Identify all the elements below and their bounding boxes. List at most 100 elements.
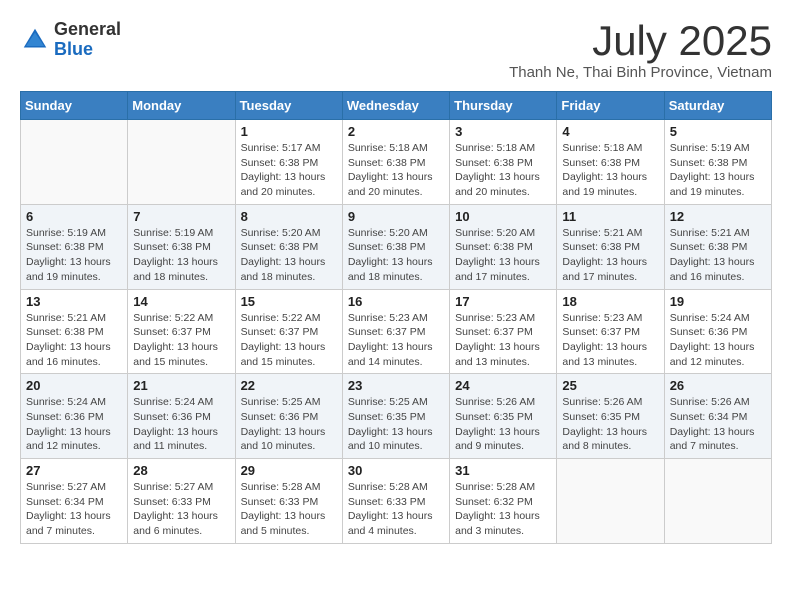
page-header: General Blue July 2025 Thanh Ne, Thai Bi… [20,20,772,81]
day-number: 14 [133,294,229,309]
day-info: Sunrise: 5:23 AM Sunset: 6:37 PM Dayligh… [455,311,551,370]
day-info: Sunrise: 5:28 AM Sunset: 6:32 PM Dayligh… [455,480,551,539]
calendar-cell: 14 Sunrise: 5:22 AM Sunset: 6:37 PM Dayli… [128,289,235,374]
calendar-cell: 15 Sunrise: 5:22 AM Sunset: 6:37 PM Dayli… [235,289,342,374]
day-info: Sunrise: 5:24 AM Sunset: 6:36 PM Dayligh… [26,395,122,454]
day-number: 26 [670,378,766,393]
calendar-cell [128,120,235,205]
day-info: Sunrise: 5:18 AM Sunset: 6:38 PM Dayligh… [348,141,444,200]
day-number: 31 [455,463,551,478]
day-number: 2 [348,124,444,139]
day-info: Sunrise: 5:26 AM Sunset: 6:35 PM Dayligh… [455,395,551,454]
calendar-cell: 21 Sunrise: 5:24 AM Sunset: 6:36 PM Dayli… [128,374,235,459]
calendar-cell: 13Sunrise: 5:21 AM Sunset: 6:38 PM Dayli… [21,289,128,374]
day-info: Sunrise: 5:18 AM Sunset: 6:38 PM Dayligh… [455,141,551,200]
weekday-monday: Monday [128,92,235,120]
calendar-cell: 19 Sunrise: 5:24 AM Sunset: 6:36 PM Dayli… [664,289,771,374]
day-info: Sunrise: 5:22 AM Sunset: 6:37 PM Dayligh… [133,311,229,370]
calendar-cell [21,120,128,205]
weekday-wednesday: Wednesday [342,92,449,120]
day-number: 18 [562,294,658,309]
calendar-cell: 26Sunrise: 5:26 AM Sunset: 6:34 PM Dayli… [664,374,771,459]
day-info: Sunrise: 5:28 AM Sunset: 6:33 PM Dayligh… [348,480,444,539]
day-number: 25 [562,378,658,393]
day-number: 13 [26,294,122,309]
calendar-cell: 18 Sunrise: 5:23 AM Sunset: 6:37 PM Dayli… [557,289,664,374]
day-info: Sunrise: 5:17 AM Sunset: 6:38 PM Dayligh… [241,141,337,200]
month-title: July 2025 [509,20,772,62]
calendar-cell: 27 Sunrise: 5:27 AM Sunset: 6:34 PM Dayli… [21,459,128,544]
weekday-sunday: Sunday [21,92,128,120]
day-number: 21 [133,378,229,393]
calendar-cell: 4 Sunrise: 5:18 AM Sunset: 6:38 PM Daylig… [557,120,664,205]
week-row-2: 6Sunrise: 5:19 AM Sunset: 6:38 PM Daylig… [21,204,772,289]
calendar-cell [664,459,771,544]
calendar-cell: 1 Sunrise: 5:17 AM Sunset: 6:38 PM Daylig… [235,120,342,205]
calendar-table: SundayMondayTuesdayWednesdayThursdayFrid… [20,91,772,544]
day-info: Sunrise: 5:23 AM Sunset: 6:37 PM Dayligh… [348,311,444,370]
day-info: Sunrise: 5:27 AM Sunset: 6:34 PM Dayligh… [26,480,122,539]
calendar-cell: 6Sunrise: 5:19 AM Sunset: 6:38 PM Daylig… [21,204,128,289]
day-number: 1 [241,124,337,139]
title-area: July 2025 Thanh Ne, Thai Binh Province, … [509,20,772,81]
day-number: 15 [241,294,337,309]
day-number: 11 [562,209,658,224]
calendar-cell: 9Sunrise: 5:20 AM Sunset: 6:38 PM Daylig… [342,204,449,289]
day-info: Sunrise: 5:24 AM Sunset: 6:36 PM Dayligh… [133,395,229,454]
day-info: Sunrise: 5:23 AM Sunset: 6:37 PM Dayligh… [562,311,658,370]
calendar-cell: 3Sunrise: 5:18 AM Sunset: 6:38 PM Daylig… [450,120,557,205]
weekday-friday: Friday [557,92,664,120]
location-title: Thanh Ne, Thai Binh Province, Vietnam [509,64,772,81]
day-number: 30 [348,463,444,478]
day-number: 27 [26,463,122,478]
calendar-cell: 28 Sunrise: 5:27 AM Sunset: 6:33 PM Dayli… [128,459,235,544]
week-row-5: 27 Sunrise: 5:27 AM Sunset: 6:34 PM Dayli… [21,459,772,544]
day-number: 22 [241,378,337,393]
weekday-saturday: Saturday [664,92,771,120]
calendar-cell: 22 Sunrise: 5:25 AM Sunset: 6:36 PM Dayli… [235,374,342,459]
day-info: Sunrise: 5:19 AM Sunset: 6:38 PM Dayligh… [133,226,229,285]
calendar-cell: 10Sunrise: 5:20 AM Sunset: 6:38 PM Dayli… [450,204,557,289]
day-info: Sunrise: 5:22 AM Sunset: 6:37 PM Dayligh… [241,311,337,370]
weekday-thursday: Thursday [450,92,557,120]
day-info: Sunrise: 5:18 AM Sunset: 6:38 PM Dayligh… [562,141,658,200]
calendar-cell: 31 Sunrise: 5:28 AM Sunset: 6:32 PM Dayli… [450,459,557,544]
week-row-1: 1 Sunrise: 5:17 AM Sunset: 6:38 PM Daylig… [21,120,772,205]
calendar-cell: 17Sunrise: 5:23 AM Sunset: 6:37 PM Dayli… [450,289,557,374]
day-number: 16 [348,294,444,309]
day-number: 4 [562,124,658,139]
day-info: Sunrise: 5:24 AM Sunset: 6:36 PM Dayligh… [670,311,766,370]
day-info: Sunrise: 5:21 AM Sunset: 6:38 PM Dayligh… [562,226,658,285]
day-number: 8 [241,209,337,224]
day-info: Sunrise: 5:19 AM Sunset: 6:38 PM Dayligh… [670,141,766,200]
day-number: 7 [133,209,229,224]
weekday-tuesday: Tuesday [235,92,342,120]
day-number: 23 [348,378,444,393]
calendar-cell: 12 Sunrise: 5:21 AM Sunset: 6:38 PM Dayli… [664,204,771,289]
logo: General Blue [20,20,121,60]
day-info: Sunrise: 5:20 AM Sunset: 6:38 PM Dayligh… [455,226,551,285]
day-info: Sunrise: 5:27 AM Sunset: 6:33 PM Dayligh… [133,480,229,539]
day-info: Sunrise: 5:25 AM Sunset: 6:36 PM Dayligh… [241,395,337,454]
day-number: 5 [670,124,766,139]
calendar-cell: 20Sunrise: 5:24 AM Sunset: 6:36 PM Dayli… [21,374,128,459]
day-number: 29 [241,463,337,478]
calendar-cell: 5 Sunrise: 5:19 AM Sunset: 6:38 PM Daylig… [664,120,771,205]
calendar-cell: 29 Sunrise: 5:28 AM Sunset: 6:33 PM Dayli… [235,459,342,544]
day-number: 19 [670,294,766,309]
calendar-cell: 30 Sunrise: 5:28 AM Sunset: 6:33 PM Dayli… [342,459,449,544]
week-row-3: 13Sunrise: 5:21 AM Sunset: 6:38 PM Dayli… [21,289,772,374]
day-number: 9 [348,209,444,224]
day-info: Sunrise: 5:20 AM Sunset: 6:38 PM Dayligh… [241,226,337,285]
logo-icon [20,25,50,55]
day-number: 28 [133,463,229,478]
calendar-cell [557,459,664,544]
logo-text: General Blue [54,20,121,60]
day-number: 12 [670,209,766,224]
calendar-cell: 8 Sunrise: 5:20 AM Sunset: 6:38 PM Daylig… [235,204,342,289]
calendar-cell: 2 Sunrise: 5:18 AM Sunset: 6:38 PM Daylig… [342,120,449,205]
day-info: Sunrise: 5:28 AM Sunset: 6:33 PM Dayligh… [241,480,337,539]
day-info: Sunrise: 5:25 AM Sunset: 6:35 PM Dayligh… [348,395,444,454]
calendar-cell: 16 Sunrise: 5:23 AM Sunset: 6:37 PM Dayli… [342,289,449,374]
day-info: Sunrise: 5:21 AM Sunset: 6:38 PM Dayligh… [670,226,766,285]
